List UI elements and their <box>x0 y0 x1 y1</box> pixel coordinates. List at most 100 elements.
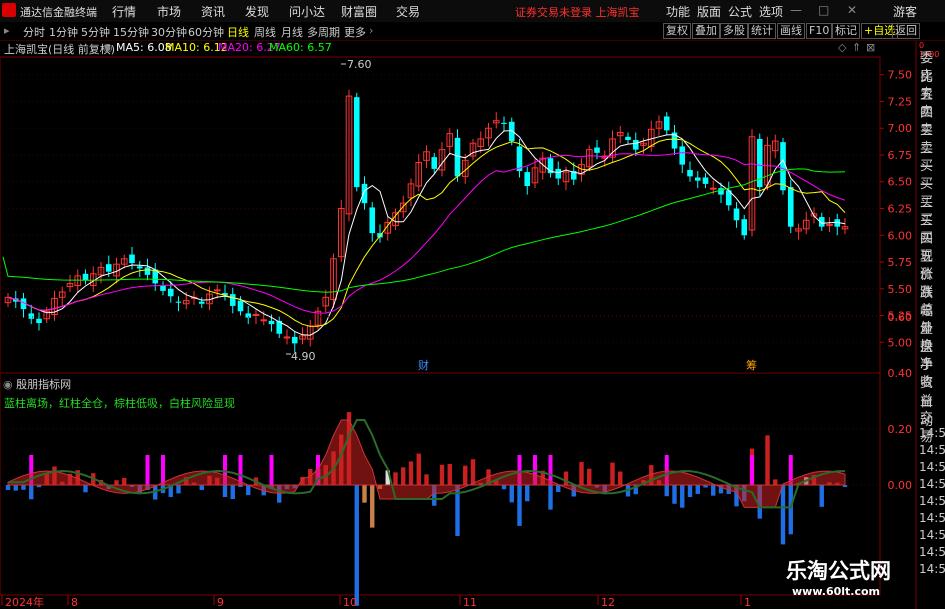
indicator-bar <box>687 485 693 498</box>
period-60min[interactable]: 60分钟 <box>188 24 224 40</box>
period-monthly[interactable]: 月线 <box>281 24 303 40</box>
indicator-bar <box>230 485 235 500</box>
candle-body <box>361 183 368 204</box>
indicator-bar <box>122 477 127 485</box>
menu-hangqing[interactable]: 行情 <box>112 3 136 20</box>
indicator-bar <box>501 485 507 490</box>
indicator-bar <box>199 485 204 491</box>
candle-body <box>555 168 562 179</box>
more-chevron-icon[interactable]: › <box>369 24 373 37</box>
period-15min[interactable]: 15分钟 <box>113 24 149 40</box>
indicator-signal-bar <box>161 455 165 485</box>
menu-banmian[interactable]: 版面 <box>697 3 721 20</box>
indicator-bar <box>246 485 251 496</box>
app-logo-icon <box>2 3 16 17</box>
ma-settings-icon[interactable]: ◉ <box>103 41 113 54</box>
period-more[interactable]: 更多 <box>344 24 366 40</box>
indicator-bar <box>563 471 569 485</box>
tick-time-5: 14:56 <box>919 494 945 508</box>
indicator-axis-label: 0.00 <box>888 479 913 492</box>
ma60-value: MA60: 6.57 <box>269 41 332 54</box>
menu-caifuquan[interactable]: 财富圈 <box>341 3 377 20</box>
time-axis-label: 9 <box>217 596 224 609</box>
btn-duogu[interactable]: 多股 <box>720 23 748 39</box>
candle-body <box>679 146 686 165</box>
period-1min[interactable]: 1分钟 <box>49 24 78 40</box>
price-axis-label: 5.75 <box>888 256 913 269</box>
menu-shichang[interactable]: 市场 <box>157 3 181 20</box>
menu-faxian[interactable]: 发现 <box>245 3 269 20</box>
menu-jiaoyi[interactable]: 交易 <box>396 3 420 20</box>
up-arrow-icon[interactable]: ⇑ <box>852 41 861 54</box>
btn-diejia[interactable]: 叠加 <box>692 23 720 39</box>
menu-wenxiaoda[interactable]: 问小达 <box>289 3 325 20</box>
menu-gongneng[interactable]: 功能 <box>666 3 690 20</box>
diamond-icon[interactable]: ◇ <box>838 41 846 54</box>
user-guest[interactable]: 游客 <box>893 3 917 20</box>
indicator-bar <box>610 462 615 485</box>
panel-close-icon[interactable]: ⊠ <box>866 41 875 54</box>
menu-zixun[interactable]: 资讯 <box>201 3 225 20</box>
indicator-bar <box>695 485 700 494</box>
indicator-bar <box>773 479 778 485</box>
btn-f10[interactable]: F10 <box>806 23 833 39</box>
btn-huaxian[interactable]: 画线 <box>777 23 805 39</box>
candle-body <box>167 288 174 297</box>
menu-xuanxiang[interactable]: 选项 <box>759 3 783 20</box>
menu-gongshi[interactable]: 公式 <box>728 3 752 20</box>
candle-body <box>28 313 35 319</box>
watermark-url: www.60lt.com <box>792 585 881 598</box>
period-weekly[interactable]: 周线 <box>254 24 276 40</box>
annotation-cai[interactable]: 财 <box>418 357 429 373</box>
close-icon[interactable]: ✕ <box>847 3 857 17</box>
period-fenshi[interactable]: 分时 <box>23 24 45 40</box>
period-daily[interactable]: 日线 <box>227 24 249 40</box>
btn-fuquan[interactable]: 复权 <box>663 23 691 39</box>
candle-body <box>175 301 182 303</box>
price-axis-label: 7.00 <box>888 122 913 135</box>
annotation-low: 4.90 <box>291 350 316 363</box>
candle-body <box>82 273 89 281</box>
toolbar-arrow-icon[interactable]: ▸ <box>4 24 10 37</box>
candle-body <box>144 267 151 275</box>
btn-biaoji[interactable]: 标记 <box>832 23 860 39</box>
indicator-wave-red <box>7 419 846 508</box>
price-axis-label: 6.75 <box>888 149 913 162</box>
indicator-legend: 蓝柱离场，红柱全仓，棕柱低吸，白柱风险显现 <box>4 397 235 410</box>
indicator-bar <box>416 453 421 485</box>
candle-body <box>105 264 112 272</box>
candle-body <box>198 301 205 304</box>
indicator-bar <box>21 485 26 490</box>
btn-back[interactable]: 返回 <box>892 23 920 39</box>
indicator-bar <box>579 462 584 485</box>
tick-time-9: 14:56 <box>919 562 945 576</box>
price-axis-label: 5.50 <box>888 283 913 296</box>
indicator-bar <box>354 485 359 606</box>
candle-body <box>160 285 166 291</box>
annotation-chou[interactable]: 筹 <box>746 357 757 373</box>
watermark-title: 乐淘公式网 <box>786 559 891 583</box>
indicator-bar <box>176 485 181 494</box>
tick-time-2: 14:56 <box>919 443 945 457</box>
indicator-bar <box>711 485 716 496</box>
candle-body <box>136 266 143 269</box>
period-5min[interactable]: 5分钟 <box>81 24 110 40</box>
side-panel: 0 1000 委比 卖五 卖四 卖三 卖二 卖一 买一 买二 买三 买四 买五 … <box>917 41 945 609</box>
indicator-settings-icon[interactable]: ◉ <box>3 378 13 391</box>
indicator-bars <box>5 412 848 606</box>
indicator-bar <box>470 459 476 485</box>
maximize-icon[interactable]: □ <box>818 3 829 17</box>
period-multi[interactable]: 多周期 <box>307 24 340 40</box>
indicator-axis-label: 0.20 <box>888 423 913 436</box>
time-axis-label: 8 <box>71 596 78 609</box>
kline-chart[interactable]: 7.507.257.006.756.506.256.005.755.505.25… <box>0 0 945 609</box>
indicator-bar <box>517 485 522 526</box>
chart-header: 上海凯宝(日线 前复权) ◉ MA5: 6.08 MA10: 6.12 MA20… <box>0 41 880 56</box>
period-30min[interactable]: 30分钟 <box>151 24 187 40</box>
minimize-icon[interactable]: — <box>790 3 802 17</box>
indicator-bar <box>548 485 553 510</box>
candle-body <box>702 177 709 184</box>
candle-body <box>36 318 42 324</box>
time-axis-label: 1 <box>744 596 751 609</box>
btn-tongji[interactable]: 统计 <box>748 23 776 39</box>
